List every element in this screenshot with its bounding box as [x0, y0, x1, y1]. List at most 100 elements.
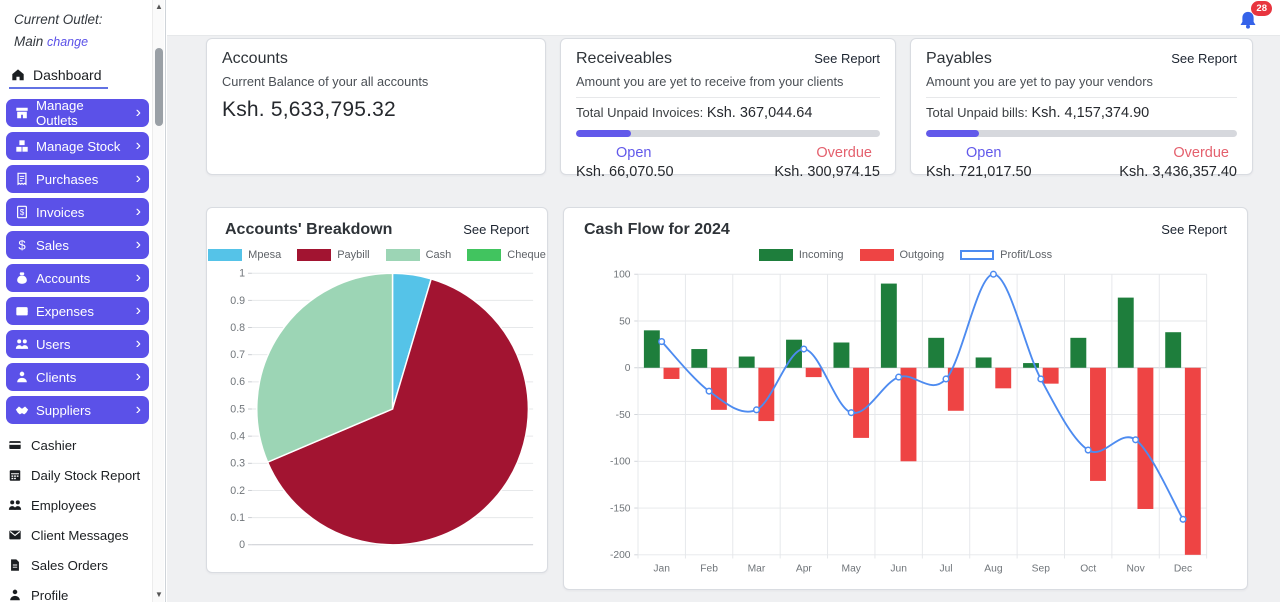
svg-text:$: $ — [20, 208, 25, 217]
svg-text:0.6: 0.6 — [230, 376, 245, 388]
chevron-right-icon: › — [136, 105, 141, 121]
cash-flow-title: Cash Flow for 2024 — [584, 221, 730, 239]
change-outlet-link[interactable]: change — [47, 35, 88, 49]
topbar: 28 — [167, 0, 1280, 36]
pie-chart-legend: MpesaPaybillCashCheque — [217, 249, 537, 261]
sidebar-item-label: Purchases — [36, 172, 98, 187]
payables-card: Payables See Report Amount you are yet t… — [910, 38, 1253, 175]
accounts-card: Accounts Current Balance of your all acc… — [206, 38, 546, 175]
legend-label: Profit/Loss — [1000, 249, 1052, 261]
sidebar-item-client-messages[interactable]: Client Messages — [8, 520, 149, 550]
sidebar-item-users[interactable]: Users › — [6, 330, 149, 358]
payables-card-subtitle: Amount you are yet to pay your vendors — [926, 74, 1237, 89]
sidebar-item-purchases[interactable]: Purchases › — [6, 165, 149, 193]
sidebar-item-manage-stock[interactable]: Manage Stock › — [6, 132, 149, 160]
sidebar-item-dashboard[interactable]: Dashboard — [9, 67, 108, 89]
sidebar-item-suppliers[interactable]: Suppliers › — [6, 396, 149, 424]
sidebar: Current Outlet: Main change Dashboard Ma… — [0, 0, 166, 602]
accounts-card-title: Accounts — [222, 50, 288, 68]
payables-card-title: Payables — [926, 50, 992, 68]
receivables-overdue-value: Ksh. 300,974.15 — [774, 164, 880, 180]
receivables-open-label: Open — [576, 145, 651, 161]
sidebar-item-daily-stock-report[interactable]: Daily Stock Report — [8, 460, 149, 490]
sidebar-item-label: Profile — [31, 588, 68, 603]
legend-swatch — [297, 249, 331, 261]
svg-text:50: 50 — [619, 316, 631, 327]
svg-text:0: 0 — [239, 539, 245, 551]
breakdown-see-report-link[interactable]: See Report — [463, 222, 529, 237]
sidebar-scrollbar[interactable]: ▲ ▼ — [152, 0, 164, 602]
sidebar-item-employees[interactable]: Employees — [8, 490, 149, 520]
svg-text:-100: -100 — [610, 457, 631, 468]
home-icon — [11, 68, 26, 83]
payables-open-value: Ksh. 721,017.50 — [926, 164, 1032, 180]
main-area: 28 Accounts Current Balance of your all … — [167, 0, 1280, 602]
client-icon — [15, 370, 29, 384]
receivables-total-label: Total Unpaid Invoices: — [576, 105, 703, 120]
sidebar-item-clients[interactable]: Clients › — [6, 363, 149, 391]
legend-label: Cheque — [507, 249, 546, 261]
legend-item-cheque[interactable]: Cheque — [467, 249, 546, 261]
svg-text:1: 1 — [239, 268, 245, 280]
chevron-right-icon: › — [136, 138, 141, 154]
svg-text:0.5: 0.5 — [230, 403, 245, 415]
legend-item-outgoing[interactable]: Outgoing — [860, 249, 945, 261]
svg-text:Feb: Feb — [700, 564, 718, 575]
svg-text:$: $ — [18, 238, 26, 252]
accounts-breakdown-pie-chart: 10.90.80.70.60.50.40.30.20.10 — [217, 263, 537, 555]
sidebar-item-label: Manage Outlets — [36, 98, 129, 128]
svg-text:May: May — [842, 564, 862, 575]
legend-swatch — [860, 249, 894, 261]
legend-swatch — [467, 249, 501, 261]
receivables-progress-bar — [576, 130, 880, 137]
sidebar-item-profile[interactable]: Profile — [8, 580, 149, 610]
users-icon — [15, 337, 29, 351]
legend-item-incoming[interactable]: Incoming — [759, 249, 844, 261]
scrollbar-thumb[interactable] — [155, 48, 163, 126]
sidebar-item-label: Sales — [36, 238, 69, 253]
wallet-icon — [15, 304, 29, 318]
sidebar-item-label: Cashier — [31, 438, 76, 453]
receipt-icon — [15, 172, 29, 186]
sidebar-item-accounts[interactable]: Accounts › — [6, 264, 149, 292]
sidebar-item-label: Expenses — [36, 304, 94, 319]
payables-see-report-link[interactable]: See Report — [1171, 51, 1237, 66]
accounts-breakdown-card: Accounts' Breakdown See Report MpesaPayb… — [206, 207, 548, 573]
cash-flow-legend: Incoming Outgoing Profit/Loss — [576, 249, 1235, 261]
receivables-see-report-link[interactable]: See Report — [814, 51, 880, 66]
sidebar-item-expenses[interactable]: Expenses › — [6, 297, 149, 325]
payables-overdue-value: Ksh. 3,436,357.40 — [1119, 164, 1237, 180]
notifications-button[interactable]: 28 — [1238, 5, 1264, 31]
legend-item-mpesa[interactable]: Mpesa — [208, 249, 281, 261]
notification-badge: 28 — [1251, 1, 1272, 16]
boxes-icon — [15, 139, 29, 153]
payables-overdue-label: Overdue — [1173, 145, 1237, 161]
chevron-right-icon: › — [136, 237, 141, 253]
sidebar-item-cashier[interactable]: Cashier — [8, 430, 149, 460]
scroll-down-arrow[interactable]: ▼ — [153, 588, 165, 602]
sidebar-item-label: Accounts — [36, 271, 90, 286]
dashboard-content: Accounts Current Balance of your all acc… — [167, 36, 1280, 590]
sidebar-item-manage-outlets[interactable]: Manage Outlets › — [6, 99, 149, 127]
dashboard-label: Dashboard — [33, 67, 102, 83]
calendar-icon — [8, 468, 23, 483]
svg-text:Mar: Mar — [748, 564, 766, 575]
legend-item-cash[interactable]: Cash — [386, 249, 452, 261]
cash-flow-see-report-link[interactable]: See Report — [1161, 222, 1227, 237]
sidebar-item-sales-orders[interactable]: Sales Orders — [8, 550, 149, 580]
scroll-up-arrow[interactable]: ▲ — [153, 0, 165, 14]
sidebar-item-invoices[interactable]: $ Invoices › — [6, 198, 149, 226]
svg-text:Dec: Dec — [1174, 564, 1192, 575]
sidebar-item-label: Daily Stock Report — [31, 468, 140, 483]
storefront-icon — [15, 106, 29, 120]
sidebar-item-sales[interactable]: $ Sales › — [6, 231, 149, 259]
legend-label: Incoming — [799, 249, 844, 261]
outlet-name: Main — [14, 34, 43, 49]
money-bag-icon — [15, 271, 29, 285]
person-icon — [8, 588, 23, 603]
chevron-right-icon: › — [136, 270, 141, 286]
receivables-open-value: Ksh. 66,070.50 — [576, 164, 674, 180]
legend-item-profit-loss[interactable]: Profit/Loss — [960, 249, 1052, 261]
sidebar-item-label: Users — [36, 337, 70, 352]
legend-item-paybill[interactable]: Paybill — [297, 249, 369, 261]
